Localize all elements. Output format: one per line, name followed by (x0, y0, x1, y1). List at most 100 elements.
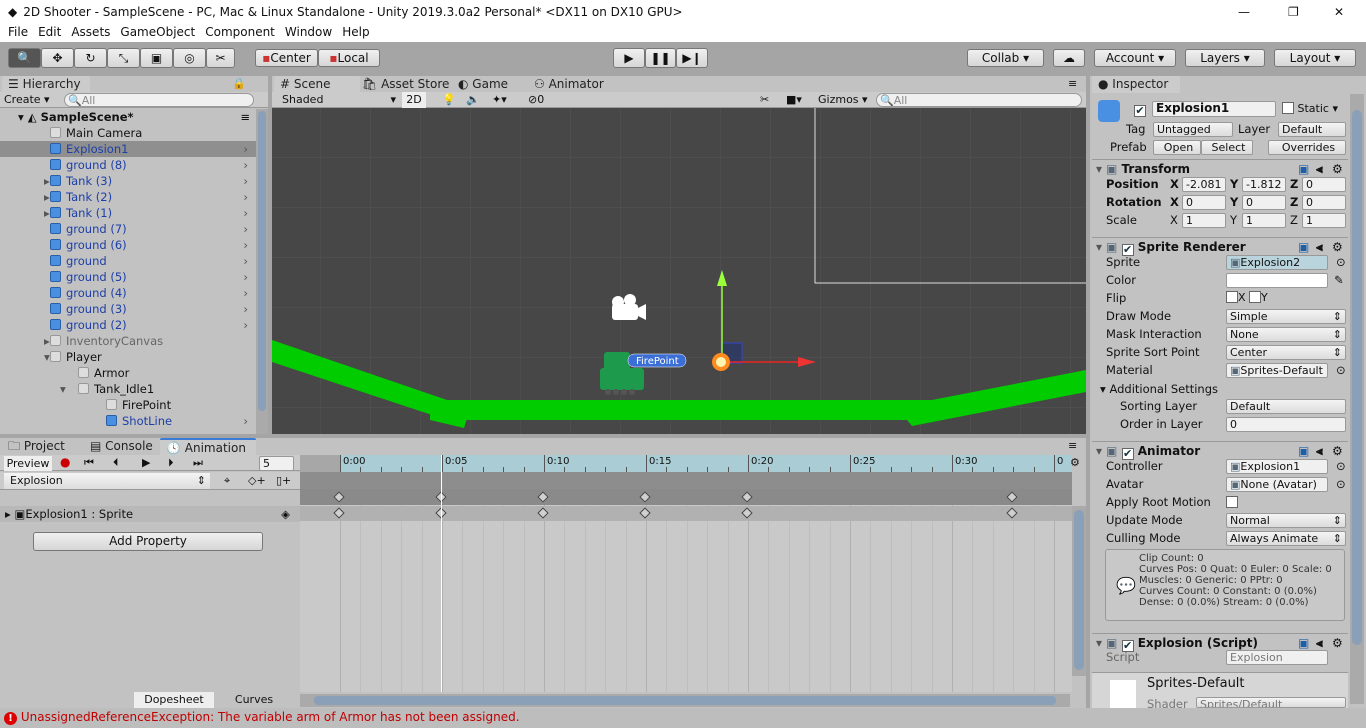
tools-icon[interactable]: ✂ (760, 93, 769, 106)
z-field[interactable]: 1 (1302, 213, 1346, 228)
z-field[interactable]: 0 (1302, 177, 1346, 192)
expand-arrow-icon[interactable]: ▸ (44, 173, 50, 189)
foldout-icon[interactable]: ▾ (1096, 636, 1102, 650)
x-field[interactable]: -2.081 (1182, 177, 1226, 192)
hierarchy-item[interactable]: ground (3) › (0, 301, 256, 317)
last-keyframe-button[interactable]: ⏭ (193, 456, 203, 470)
additional-settings-foldout[interactable]: ▾ Additional Settings (1100, 381, 1218, 397)
layer-dropdown[interactable]: Default (1278, 122, 1346, 137)
object-field[interactable]: ▣Sprites-Default (1226, 363, 1328, 378)
color-field[interactable] (1226, 273, 1328, 288)
hierarchy-item[interactable]: ▸ Tank (2) › (0, 189, 256, 205)
presets-icon[interactable]: ⫷ (1316, 238, 1323, 256)
scale-tool-button[interactable]: ⤡ (107, 48, 140, 68)
chevron-right-icon[interactable]: › (243, 221, 248, 237)
chevron-right-icon[interactable]: › (243, 301, 248, 317)
menu-component[interactable]: Component (205, 24, 275, 41)
expand-arrow-icon[interactable]: ▸ (44, 189, 50, 205)
object-picker-icon[interactable]: ⊙ (1336, 476, 1346, 492)
scene-viewport[interactable]: FirePoint (272, 108, 1086, 434)
x-field[interactable]: 0 (1182, 195, 1226, 210)
hierarchy-item[interactable]: ▸ InventoryCanvas (0, 333, 256, 349)
chevron-right-icon[interactable]: › (243, 141, 248, 157)
2d-toggle[interactable]: 2D (402, 92, 426, 108)
chevron-right-icon[interactable]: › (243, 205, 248, 221)
effects-icon[interactable]: ✦▾ (492, 93, 507, 106)
gear-icon[interactable]: ⚙ (1332, 634, 1343, 652)
cloud-button[interactable]: ☁ (1053, 49, 1085, 67)
object-picker-icon[interactable]: ⊙ (1336, 458, 1346, 474)
dropdown[interactable]: Always Animate ⇕ (1226, 531, 1346, 546)
tab-scene[interactable]: # Scene (274, 76, 360, 93)
inspector-scrollbar[interactable] (1350, 94, 1364, 704)
y-field[interactable]: 0 (1242, 195, 1286, 210)
timeline-vscrollbar[interactable] (1072, 506, 1086, 676)
chevron-right-icon[interactable]: › (243, 413, 248, 429)
chevron-right-icon[interactable]: › (243, 317, 248, 333)
collab-dropdown[interactable]: Collab ▾ (967, 49, 1044, 67)
hierarchy-item[interactable]: ▾ Tank_Idle1 (0, 381, 256, 397)
maximize-button[interactable]: ❐ (1288, 0, 1299, 24)
prefab-overrides-dropdown[interactable]: Overrides (1268, 140, 1346, 155)
name-field[interactable]: Explosion1 (1152, 101, 1276, 117)
play-button[interactable]: ▶ (613, 48, 645, 68)
object-picker-icon[interactable]: ⊙ (1336, 362, 1346, 378)
space-local-button[interactable]: ▪Local (318, 49, 380, 67)
static-toggle[interactable]: Static ▾ (1282, 102, 1338, 115)
active-checkbox[interactable]: ✔ (1134, 102, 1146, 117)
scene-search-input[interactable]: 🔍All (876, 93, 1082, 107)
next-keyframe-button[interactable]: ⏵ (168, 456, 174, 470)
sprite-renderer-header[interactable]: ▾ ▣ ✔ Sprite Renderer ▣ ⫷ ⚙ (1092, 237, 1348, 256)
help-icon[interactable]: ▣ (1298, 238, 1309, 256)
custom-tool-button[interactable]: ✂ (206, 48, 235, 68)
foldout-icon[interactable]: ▾ (1096, 444, 1102, 458)
chevron-right-icon[interactable]: › (243, 157, 248, 173)
hierarchy-item[interactable]: Armor (0, 365, 256, 381)
presets-icon[interactable]: ⫷ (1316, 442, 1323, 460)
hierarchy-item[interactable]: ground (5) › (0, 269, 256, 285)
lighting-icon[interactable]: 💡 (442, 93, 456, 106)
z-field[interactable]: 0 (1302, 195, 1346, 210)
preview-toggle[interactable]: Preview (4, 456, 52, 471)
create-dropdown[interactable]: Create ▾ (4, 93, 50, 106)
panel-menu-icon[interactable]: ≡ (1068, 77, 1077, 90)
hierarchy-item[interactable]: Main Camera (0, 125, 256, 141)
scene-menu-icon[interactable]: ≡ (240, 109, 250, 125)
menu-window[interactable]: Window (285, 24, 332, 41)
gear-icon[interactable]: ⚙ (1332, 160, 1343, 178)
account-dropdown[interactable]: Account ▾ (1094, 49, 1176, 67)
rect-tool-button[interactable]: ▣ (140, 48, 173, 68)
lock-icon[interactable]: 🔒 (232, 77, 246, 90)
tab-asset-store[interactable]: 🛍 Asset Store (356, 76, 455, 93)
chevron-right-icon[interactable]: › (243, 173, 248, 189)
add-event-icon[interactable]: ▯+ (276, 474, 291, 487)
hand-tool-button[interactable]: 🔍 (8, 48, 41, 68)
object-field[interactable]: ▣Explosion1 (1226, 459, 1328, 474)
expand-open-icon[interactable]: ▾ (44, 349, 50, 365)
hierarchy-item[interactable]: ground (7) › (0, 221, 256, 237)
step-button[interactable]: ▶❙ (676, 48, 708, 68)
prev-keyframe-button[interactable]: ⏴ (113, 456, 119, 470)
gizmos-dropdown[interactable]: Gizmos ▾ (818, 93, 868, 106)
menu-edit[interactable]: Edit (38, 24, 61, 41)
dropdown[interactable]: Normal ⇕ (1226, 513, 1346, 528)
object-picker-icon[interactable]: ⊙ (1336, 254, 1346, 270)
help-icon[interactable]: ▣ (1298, 442, 1309, 460)
pause-button[interactable]: ❚❚ (645, 48, 676, 68)
first-keyframe-button[interactable]: ⏮ (84, 456, 94, 470)
hierarchy-item[interactable]: ground (2) › (0, 317, 256, 333)
object-field[interactable]: ▣Explosion2 (1226, 255, 1328, 270)
frame-input[interactable]: 5 (259, 456, 294, 471)
sorting-layer-dropdown[interactable]: Default (1226, 399, 1346, 414)
camera-dropdown-icon[interactable]: ■▾ (786, 93, 802, 106)
hierarchy-item[interactable]: ▸ Tank (3) › (0, 173, 256, 189)
add-keyframe-icon[interactable]: ◇+ (248, 474, 266, 487)
dropdown[interactable]: Simple ⇕ (1226, 309, 1346, 324)
clip-dropdown[interactable]: Explosion ⇕ (4, 473, 210, 489)
curves-tab[interactable]: Curves (214, 692, 294, 708)
expand-open-icon[interactable]: ▾ (60, 381, 66, 397)
add-property-button[interactable]: Add Property (33, 532, 263, 551)
scene-root[interactable]: ▾ ◭ SampleScene* ≡ (0, 109, 256, 125)
menu-help[interactable]: Help (342, 24, 369, 41)
pivot-center-button[interactable]: ▪Center (255, 49, 318, 67)
